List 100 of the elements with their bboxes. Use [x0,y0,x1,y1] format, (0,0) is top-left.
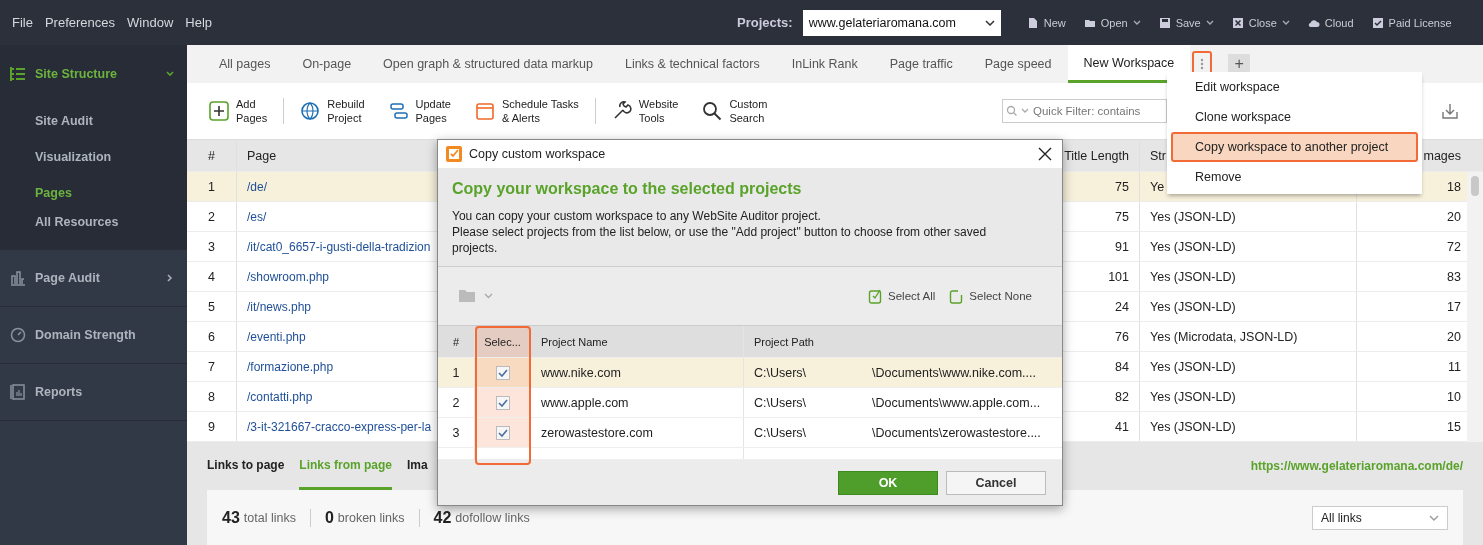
toolbar-button[interactable]: Open [1083,16,1141,29]
tab[interactable]: Page speed [968,45,1068,83]
page-link[interactable]: /it/cat0_6657-i-gusti-della-tradizion [237,232,437,261]
menu-item[interactable]: Clone workspace [1171,102,1418,132]
tab[interactable]: Open graph & structured data markup [367,45,609,83]
page-link[interactable]: /3-it-321667-cracco-express-per-la [237,412,437,441]
checkbox[interactable] [495,425,510,440]
plus-icon[interactable] [209,101,229,121]
sidebar-item[interactable]: Visualization [35,150,112,164]
floppy-icon[interactable] [1158,16,1171,29]
column-header[interactable]: Page [237,140,437,171]
caret-icon[interactable] [1429,514,1439,521]
dialog-text: Please select projects from the list below, or use the "Add project" button to choose from other saved projects. [452,224,988,256]
project-row[interactable]: 1 www.nike.com C:\Users\ \Documents\www.nike.com.... [438,358,1062,388]
menu-item[interactable]: Copy workspace to another project [1171,132,1418,162]
column-header[interactable]: Project Path [744,326,1062,357]
page-link[interactable]: /contatti.php [237,382,437,411]
search-icon[interactable] [702,101,723,121]
menu-item[interactable]: Preferences [44,15,116,30]
sidebar-item[interactable]: All Resources [35,215,119,229]
toolbar-button[interactable]: Website Tools [638,97,679,125]
table-cell-text: 18 [1446,178,1462,196]
dialog-title: Copy custom workspace [469,147,606,161]
table-cell: Yes (Microdata, JSON-LD) [1140,322,1357,351]
checkbox-icon[interactable] [1371,16,1384,29]
menu-item[interactable]: Window [127,15,174,30]
select-none-link[interactable]: Select None [969,290,1032,302]
tab[interactable]: Links & technical factors [608,45,776,83]
page-link[interactable]: /it/news.php [237,292,437,321]
sidebar-section[interactable]: Reports [35,385,175,399]
page-link[interactable]: /formazione.php [237,352,437,381]
select-all-link[interactable]: Select All [888,290,936,302]
document-icon[interactable] [1026,16,1039,29]
close-icon[interactable] [1231,16,1244,29]
page-link[interactable]: /es/ [237,202,437,231]
table-cell-text: 15 [1446,418,1462,436]
checkbox[interactable] [495,395,510,410]
toolbar-button[interactable]: Cloud [1307,16,1354,29]
column-header[interactable]: # [187,140,237,171]
calendar-icon[interactable] [475,101,495,121]
table-cell: Yes (JSON-LD) [1140,352,1357,381]
tab[interactable]: Ima [407,442,428,490]
tab[interactable]: On-page [286,45,368,83]
toolbar-button[interactable]: Schedule Tasks & Alerts [502,97,579,125]
page-link[interactable]: /de/ [237,172,437,201]
row-number: 4 [187,262,237,291]
toolbar-button[interactable]: Save [1158,16,1214,29]
toolbar-button[interactable]: Custom Search [729,97,768,125]
table-cell: www.nike.com [531,358,744,387]
caret-icon[interactable] [1281,20,1290,25]
toolbar-button[interactable]: New [1026,16,1066,29]
row-number: 3 [187,232,237,261]
project-dropdown[interactable]: www.gelateriaromana.com [802,9,1001,36]
globe-icon[interactable] [300,101,321,121]
row-number: 5 [187,292,237,321]
caret-icon[interactable] [1205,20,1214,25]
column-header[interactable]: # [438,326,475,357]
links-filter-dropdown[interactable]: All links [1312,505,1448,530]
app-logo-icon [445,145,463,163]
tab[interactable]: New Workspace [1067,45,1191,83]
tab[interactable]: All pages [203,45,287,83]
sidebar-item[interactable]: Site Audit [35,114,93,128]
checkbox-icon[interactable] [949,288,964,304]
page-link[interactable]: /showroom.php [237,262,437,291]
sidebar-item[interactable]: Pages [35,186,72,200]
sidebar-section[interactable]: Domain Strength [35,328,175,342]
toolbar-button[interactable]: Update Pages [415,97,451,125]
menu-item[interactable]: Help [185,15,213,30]
project-row[interactable]: 3 zerowastestore.com C:\Users\ \Documents\zerowastestore.... [438,418,1062,448]
menu-item[interactable]: File [12,15,33,30]
cancel-button[interactable]: Cancel [946,470,1046,495]
chevron-down-icon[interactable] [165,69,175,79]
tab[interactable]: InLink Rank [775,45,874,83]
sidebar-section[interactable]: Page Audit [35,271,156,285]
chevron-right-icon[interactable] [165,273,175,283]
download-icon[interactable] [1441,102,1459,120]
tab[interactable]: Links to page [207,442,285,490]
toolbar-button[interactable]: Paid License [1371,16,1452,29]
row-number: 2 [187,202,237,231]
sidebar-section[interactable]: Site Structure [35,67,156,81]
check-all-icon[interactable] [868,288,883,304]
toolbar-button[interactable]: Close [1231,16,1290,29]
quick-filter-field[interactable]: Quick Filter: contains [1002,99,1167,123]
column-header[interactable]: Project Name [531,326,744,357]
caret-icon[interactable] [1132,20,1141,25]
toolbar-button[interactable]: Rebuild Project [327,97,365,125]
close-icon[interactable] [1038,147,1052,161]
scrollbar[interactable] [1467,172,1483,442]
checkbox[interactable] [495,365,510,380]
toolbar-button[interactable]: Add Pages [236,97,268,125]
project-row[interactable]: 2 www.apple.com C:\Users\ \Documents\www.apple.com... [438,388,1062,418]
table-cell: zerowastestore.com [531,418,744,447]
table-cell-text: 17 [1446,298,1462,316]
table-cell: Yes (JSON-LD) [1140,262,1357,291]
column-header[interactable]: Selec... [475,326,531,357]
page-link[interactable]: /eventi.php [237,322,437,351]
table-cell-text: C:\Users\ [753,394,808,412]
add-tab-button[interactable]: + [1228,54,1251,74]
tab[interactable]: Page traffic [873,45,969,83]
more-icon[interactable] [1200,58,1205,70]
